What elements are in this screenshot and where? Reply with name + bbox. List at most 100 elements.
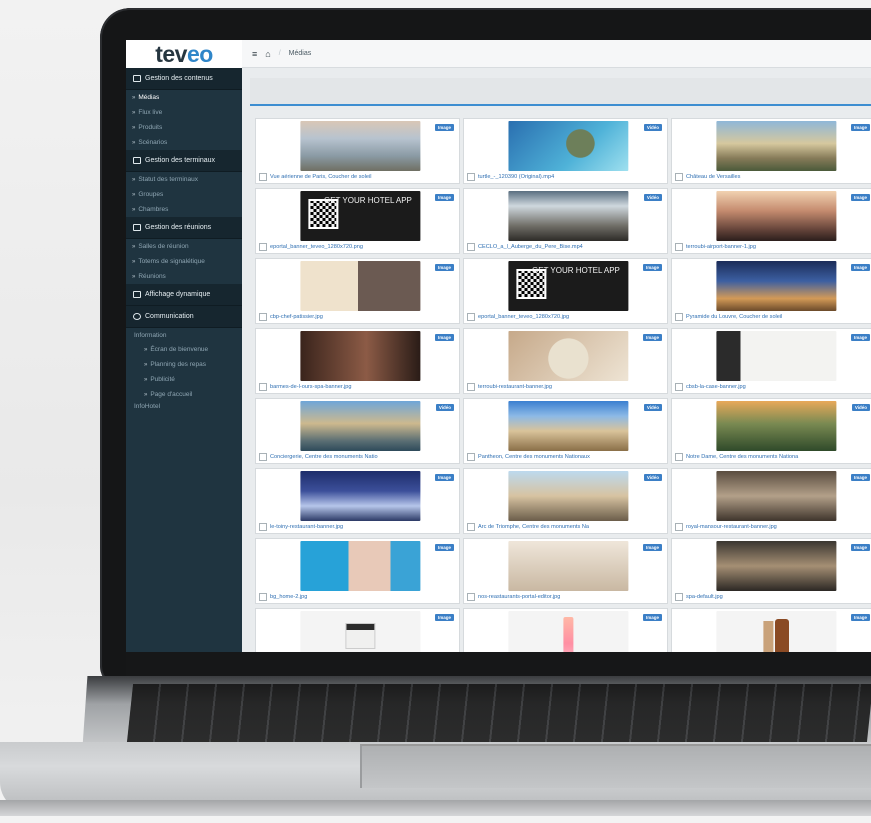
media-card[interactable]: Image barmes-de-l-ours-spa-banner.jpg	[255, 328, 460, 394]
section-gestion-contenus[interactable]: Gestion des contenus	[126, 68, 242, 90]
media-name-link[interactable]: bg_home-2.jpg	[270, 594, 307, 600]
sidebar-item-page-accueil[interactable]: » Page d'accueil	[126, 387, 242, 402]
media-thumbnail[interactable]	[299, 401, 420, 451]
media-card[interactable]: Image	[463, 608, 668, 652]
media-card[interactable]: Vidéo Arc de Triomphe, Centre des monumen…	[463, 468, 668, 534]
media-card[interactable]: Image Château de Versailles	[671, 118, 871, 184]
media-name-link[interactable]: terroubi-restaurant-banner.jpg	[478, 384, 552, 390]
media-thumbnail[interactable]	[507, 331, 628, 381]
sidebar-item-chambres[interactable]: » Chambres	[126, 202, 242, 217]
section-gestion-reunions[interactable]: Gestion des réunions	[126, 217, 242, 239]
media-card[interactable]: Image Vue aérienne de Paris, Coucher de s…	[255, 118, 460, 184]
media-name-link[interactable]: CECLO_a_l_Auberge_du_Pere_Bise.mp4	[478, 244, 583, 250]
media-name-link[interactable]: barmes-de-l-ours-spa-banner.jpg	[270, 384, 351, 390]
media-thumbnail[interactable]	[299, 331, 420, 381]
media-thumbnail[interactable]	[299, 611, 420, 652]
media-card[interactable]: Vidéo CECLO_a_l_Auberge_du_Pere_Bise.mp4	[463, 188, 668, 254]
media-name-link[interactable]: eportal_banner_teveo_1280x720.jpg	[478, 314, 569, 320]
select-checkbox[interactable]	[467, 523, 475, 531]
media-name-link[interactable]: cbsb-la-case-banner.jpg	[686, 384, 746, 390]
media-thumbnail[interactable]	[715, 121, 836, 171]
sidebar-item-planning-repas[interactable]: » Planning des repas	[126, 357, 242, 372]
media-thumbnail[interactable]	[507, 121, 628, 171]
sidebar-item-scenarios[interactable]: » Scénarios	[126, 135, 242, 150]
section-affichage-dynamique[interactable]: Affichage dynamique	[126, 284, 242, 306]
select-checkbox[interactable]	[467, 173, 475, 181]
media-name-link[interactable]: nos-reastaurants-portal-editor.jpg	[478, 594, 560, 600]
select-checkbox[interactable]	[467, 453, 475, 461]
media-thumbnail[interactable]	[507, 401, 628, 451]
media-name-link[interactable]: royal-mansour-restaurant-banner.jpg	[686, 524, 777, 530]
media-name-link[interactable]: Conciergerie, Centre des monuments Natio	[270, 454, 378, 460]
media-name-link[interactable]: Château de Versailles	[686, 174, 740, 180]
media-thumbnail[interactable]	[299, 121, 420, 171]
media-card[interactable]: Image	[671, 608, 871, 652]
sidebar-item-medias[interactable]: » Médias	[126, 90, 242, 105]
media-thumbnail[interactable]	[299, 541, 420, 591]
menu-icon[interactable]: ≡	[252, 49, 257, 59]
media-thumbnail[interactable]	[715, 191, 836, 241]
media-card[interactable]: GET YOUR HOTEL APP Image eportal_banner_te…	[463, 258, 668, 324]
select-checkbox[interactable]	[675, 453, 683, 461]
select-checkbox[interactable]	[259, 173, 267, 181]
select-checkbox[interactable]	[675, 173, 683, 181]
media-thumbnail[interactable]	[715, 401, 836, 451]
media-name-link[interactable]: Vue aérienne de Paris, Coucher de soleil	[270, 174, 371, 180]
select-checkbox[interactable]	[675, 383, 683, 391]
media-thumbnail[interactable]	[507, 611, 628, 652]
sidebar-item-groupes[interactable]: » Groupes	[126, 187, 242, 202]
media-card[interactable]: Vidéo Notre Dame, Centre des monuments Na…	[671, 398, 871, 464]
media-thumbnail[interactable]	[715, 541, 836, 591]
sidebar-item-publicite[interactable]: » Publicité	[126, 372, 242, 387]
select-checkbox[interactable]	[675, 243, 683, 251]
media-name-link[interactable]: Notre Dame, Centre des monuments Nationa	[686, 454, 798, 460]
media-thumbnail[interactable]	[715, 331, 836, 381]
media-name-link[interactable]: Arc de Triomphe, Centre des monuments Na	[478, 524, 589, 530]
media-name-link[interactable]: eportal_banner_teveo_1280x720.png	[270, 244, 363, 250]
media-name-link[interactable]: spa-default.jpg	[686, 594, 723, 600]
media-card[interactable]: Image le-toiny-restaurant-banner.jpg	[255, 468, 460, 534]
sidebar-item-produits[interactable]: » Produits	[126, 120, 242, 135]
media-card[interactable]: Image	[255, 608, 460, 652]
select-checkbox[interactable]	[259, 243, 267, 251]
select-checkbox[interactable]	[675, 313, 683, 321]
media-thumbnail[interactable]	[507, 191, 628, 241]
sidebar-item-salles[interactable]: » Salles de réunion	[126, 239, 242, 254]
media-thumbnail[interactable]: GET YOUR HOTEL APP	[299, 191, 420, 241]
media-thumbnail[interactable]	[507, 541, 628, 591]
select-checkbox[interactable]	[675, 593, 683, 601]
sidebar-item-totems[interactable]: » Totems de signalétique	[126, 254, 242, 269]
sidebar-item-statut-terminaux[interactable]: » Statut des terminaux	[126, 172, 242, 187]
select-checkbox[interactable]	[259, 523, 267, 531]
select-checkbox[interactable]	[467, 593, 475, 601]
select-checkbox[interactable]	[467, 313, 475, 321]
media-card[interactable]: Image nos-reastaurants-portal-editor.jpg	[463, 538, 668, 604]
media-card[interactable]: Image cbsb-la-case-banner.jpg	[671, 328, 871, 394]
media-card[interactable]: Vidéo Conciergerie, Centre des monuments …	[255, 398, 460, 464]
media-thumbnail[interactable]	[715, 471, 836, 521]
media-name-link[interactable]: Pyramide du Louvre, Coucher de soleil	[686, 314, 782, 320]
select-checkbox[interactable]	[675, 523, 683, 531]
sidebar-item-infohotel[interactable]: InfoHotel	[126, 402, 242, 410]
media-name-link[interactable]: terroubi-airport-banner-1.jpg	[686, 244, 756, 250]
media-card[interactable]: Image terroubi-airport-banner-1.jpg	[671, 188, 871, 254]
sidebar-item-reunions[interactable]: » Réunions	[126, 269, 242, 284]
media-thumbnail[interactable]	[507, 471, 628, 521]
select-checkbox[interactable]	[467, 243, 475, 251]
logo[interactable]: tev eo	[126, 40, 242, 68]
media-thumbnail[interactable]	[299, 261, 420, 311]
media-card[interactable]: Vidéo Pantheon, Centre des monuments Nati…	[463, 398, 668, 464]
media-name-link[interactable]: le-toiny-restaurant-banner.jpg	[270, 524, 343, 530]
sidebar-item-ecran-bienvenue[interactable]: » Écran de bienvenue	[126, 342, 242, 357]
media-thumbnail[interactable]	[299, 471, 420, 521]
section-gestion-terminaux[interactable]: Gestion des terminaux	[126, 150, 242, 172]
select-checkbox[interactable]	[467, 383, 475, 391]
media-name-link[interactable]: cbp-chef-patissier.jpg	[270, 314, 323, 320]
media-card[interactable]: Vidéo turtle_-_120390 (Original).mp4	[463, 118, 668, 184]
media-name-link[interactable]: Pantheon, Centre des monuments Nationaux	[478, 454, 590, 460]
media-thumbnail[interactable]	[715, 261, 836, 311]
media-card[interactable]: Image cbp-chef-patissier.jpg	[255, 258, 460, 324]
select-checkbox[interactable]	[259, 383, 267, 391]
media-thumbnail[interactable]: GET YOUR HOTEL APP	[507, 261, 628, 311]
home-icon[interactable]: ⌂	[265, 49, 270, 59]
